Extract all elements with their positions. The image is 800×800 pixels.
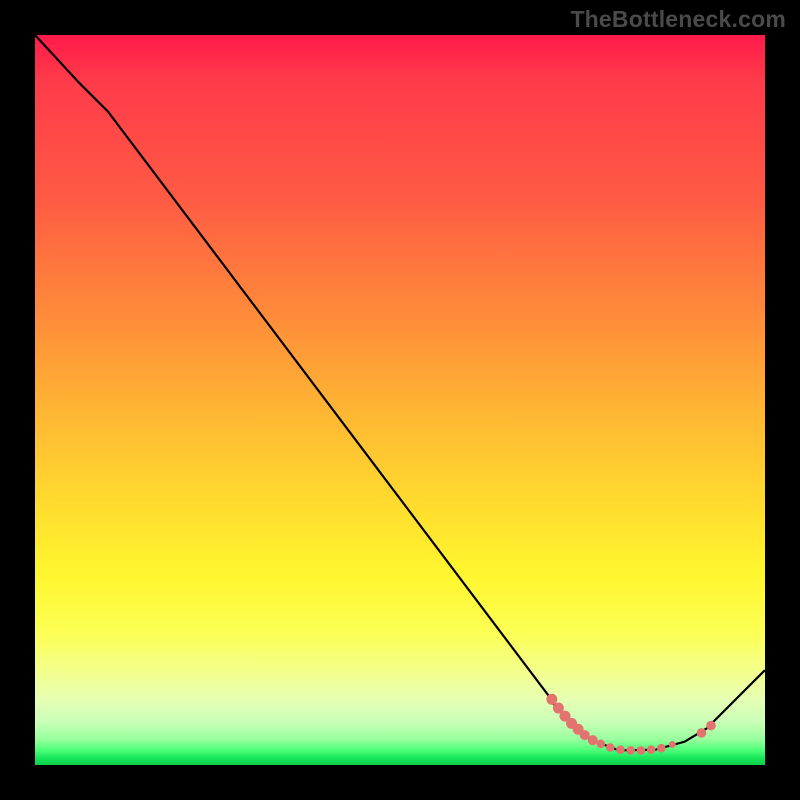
chart-svg [35, 35, 765, 765]
marker-dot [597, 740, 605, 748]
marker-dot [658, 744, 666, 752]
plot-area [35, 35, 765, 765]
marker-dot [707, 721, 716, 730]
marker-dot [606, 744, 614, 752]
chart-stage: TheBottleneck.com [0, 0, 800, 800]
marker-dot [627, 747, 635, 755]
marker-dot [580, 731, 589, 740]
marker-dot [637, 747, 645, 755]
marker-dot [617, 746, 625, 754]
bottleneck-curve [35, 35, 765, 750]
marker-dot [647, 746, 655, 754]
marker-dot [669, 742, 675, 748]
optimal-range-markers [547, 694, 715, 754]
watermark-text: TheBottleneck.com [570, 6, 786, 33]
marker-dot [697, 729, 706, 738]
marker-dot [547, 694, 557, 704]
marker-dot [588, 736, 597, 745]
